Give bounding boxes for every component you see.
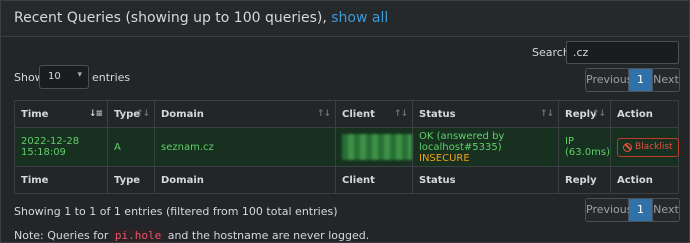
panel-title: Recent Queries (showing up to 100 querie… — [14, 10, 388, 26]
sort-desc-icon: ↓≡ — [88, 109, 103, 119]
table-info: Showing 1 to 1 of 1 entries (filtered fr… — [14, 205, 338, 218]
status-ok-text: OK (answered by localhost#5335) — [419, 130, 505, 153]
sort-icon: ↑↓ — [316, 109, 331, 119]
reply-time-text: (63.0ms) — [565, 147, 611, 158]
next-page-button[interactable]: Next — [652, 69, 679, 91]
previous-page-button[interactable]: Previous — [586, 199, 633, 221]
sort-icon: ↑↓ — [591, 109, 606, 119]
cell-status: OK (answered by localhost#5335) INSECURE — [412, 127, 559, 167]
note-suffix: and the hostname are never logged. — [164, 229, 370, 242]
entries-label: entries — [92, 71, 131, 84]
footer-client: Client — [335, 166, 413, 194]
column-header-status[interactable]: Status ↑↓ — [412, 100, 559, 128]
panel-title-text: Recent Queries (showing up to 100 querie… — [14, 10, 332, 26]
footer-action: Action — [610, 166, 679, 194]
footer-status: Status — [412, 166, 559, 194]
footer-time: Time — [14, 166, 108, 194]
select-caret-icon: ▾ — [77, 70, 82, 80]
pagination-bottom: Previous 1 Next — [585, 198, 680, 222]
status-insecure-text: INSECURE — [419, 152, 470, 164]
note-hostname-code: pi.hole — [111, 229, 165, 242]
sort-icon: ↑↓ — [135, 109, 150, 119]
blacklist-button-label: Blacklist — [635, 142, 673, 152]
next-page-button[interactable]: Next — [652, 199, 679, 221]
column-header-time[interactable]: Time ↓≡ — [14, 100, 108, 128]
table-footer-row: Time Type Domain Client Status Reply Act… — [14, 166, 679, 194]
sort-icon: ↑↓ — [393, 109, 408, 119]
previous-page-button[interactable]: Previous — [586, 69, 633, 91]
ban-icon — [623, 142, 632, 152]
cell-client[interactable] — [335, 127, 413, 167]
note-prefix: Note: Queries for — [14, 229, 112, 242]
sort-icon: ↑↓ — [539, 109, 554, 119]
logging-note: Note: Queries for pi.hole and the hostna… — [14, 229, 369, 242]
table-row[interactable]: 2022-12-28 15:18:09 A seznam.cz OK (answ… — [14, 127, 679, 167]
column-header-action: Action — [610, 100, 679, 128]
entries-length-select[interactable]: 10 ▾ — [39, 65, 89, 89]
recent-queries-panel: Recent Queries (showing up to 100 querie… — [0, 0, 690, 243]
column-label: Action — [617, 108, 653, 120]
queries-table: Time ↓≡ Type ↑↓ Domain ↑↓ Client ↑↓ Status ↑↓… — [14, 100, 679, 194]
cell-domain[interactable]: seznam.cz — [154, 127, 336, 167]
search-input[interactable] — [566, 41, 679, 64]
cell-action: Blacklist — [610, 127, 679, 167]
column-label: Time — [21, 108, 49, 120]
show-all-link[interactable]: show all — [331, 10, 388, 26]
reply-type-text: IP — [565, 136, 574, 147]
column-label: Client — [342, 108, 375, 120]
page-1-button[interactable]: 1 — [629, 199, 652, 221]
cell-reply: IP (63.0ms) — [558, 127, 611, 167]
column-header-client[interactable]: Client ↑↓ — [335, 100, 413, 128]
page-1-button[interactable]: 1 — [629, 69, 652, 91]
panel-header: Recent Queries (showing up to 100 querie… — [1, 1, 689, 37]
column-header-type[interactable]: Type ↑↓ — [107, 100, 155, 128]
footer-type: Type — [107, 166, 155, 194]
entries-length-value: 10 — [48, 71, 61, 82]
footer-domain: Domain — [154, 166, 336, 194]
blacklist-button[interactable]: Blacklist — [617, 137, 679, 157]
cell-type: A — [107, 127, 155, 167]
column-label: Domain — [161, 108, 204, 120]
table-header-row: Time ↓≡ Type ↑↓ Domain ↑↓ Client ↑↓ Status ↑↓… — [14, 100, 679, 128]
column-label: Status — [419, 108, 456, 120]
column-header-reply[interactable]: Reply ↑↓ — [558, 100, 611, 128]
cell-time: 2022-12-28 15:18:09 — [14, 127, 108, 167]
column-header-domain[interactable]: Domain ↑↓ — [154, 100, 336, 128]
client-redacted — [342, 134, 412, 160]
pagination-top: Previous 1 Next — [585, 68, 680, 92]
footer-reply: Reply — [558, 166, 611, 194]
